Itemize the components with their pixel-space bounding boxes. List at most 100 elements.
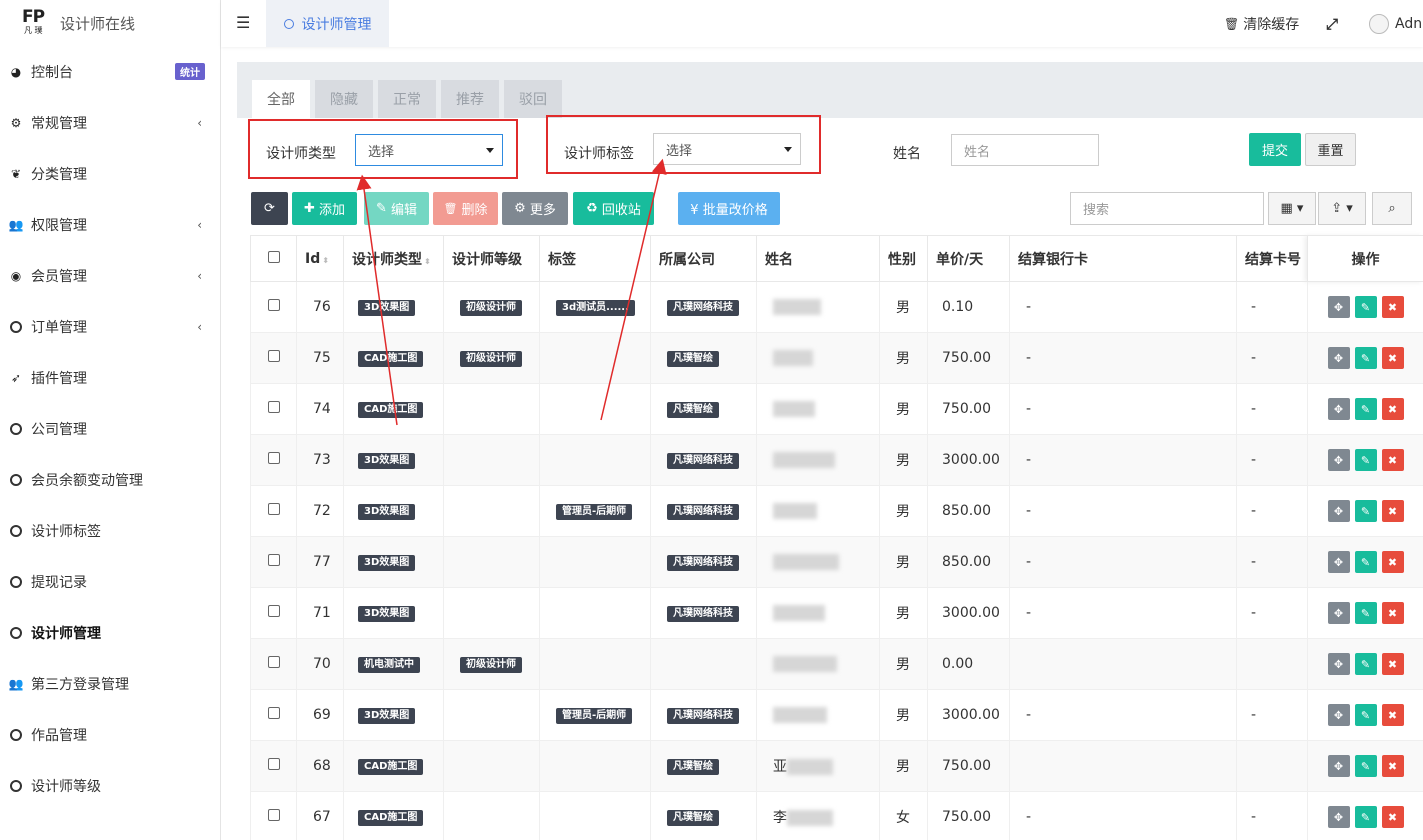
edit-row-button[interactable]: ✎ <box>1354 602 1377 624</box>
sidebar-item-13[interactable]: 作品管理 <box>0 709 220 760</box>
more-button[interactable]: ⚙ 更多 <box>502 192 568 225</box>
sidebar-item-10[interactable]: 提现记录 <box>0 556 220 607</box>
edit-row-button[interactable]: ✎ <box>1354 449 1377 471</box>
filter-tab-1[interactable]: 隐藏 <box>315 80 373 118</box>
cell-level <box>443 434 540 486</box>
add-button[interactable]: ✚ 添加 <box>292 192 357 225</box>
edit-row-button[interactable]: ✎ <box>1354 347 1377 369</box>
edit-row-button[interactable]: ✎ <box>1354 806 1377 828</box>
sidebar-item-8[interactable]: 会员余额变动管理 <box>0 454 220 505</box>
drag-button[interactable]: ✥ <box>1327 449 1350 471</box>
tab-designer-management[interactable]: 设计师管理 <box>266 0 389 47</box>
filter-tab-2[interactable]: 正常 <box>378 80 436 118</box>
col-type[interactable]: 设计师类型 ⬍ <box>343 235 444 282</box>
sidebar-item-1[interactable]: ⚙ 常规管理 ‹ <box>0 97 220 148</box>
sidebar-item-2[interactable]: ❦ 分类管理 <box>0 148 220 199</box>
recycle-bin-button[interactable]: ♻ 回收站 <box>573 192 654 225</box>
cell-price: 850.00 <box>927 536 1010 588</box>
sidebar-item-5[interactable]: 订单管理 ‹ <box>0 301 220 352</box>
batch-price-button[interactable]: ¥ 批量改价格 <box>678 192 780 225</box>
edit-button[interactable]: ✎ 编辑 <box>364 192 429 225</box>
designer-type-select[interactable]: 选择 <box>355 134 503 166</box>
drag-button[interactable]: ✥ <box>1327 296 1350 318</box>
delete-row-button[interactable]: ✖ <box>1381 296 1404 318</box>
row-checkbox[interactable] <box>267 809 280 821</box>
delete-row-button[interactable]: ✖ <box>1381 806 1404 828</box>
row-checkbox[interactable] <box>267 656 280 668</box>
edit-row-button[interactable]: ✎ <box>1354 704 1377 726</box>
edit-row-button[interactable]: ✎ <box>1354 296 1377 318</box>
filter-tab-4[interactable]: 驳回 <box>504 80 562 118</box>
row-checkbox[interactable] <box>267 605 280 617</box>
select-all-checkbox[interactable] <box>267 250 280 263</box>
sidebar-item-4[interactable]: ◉ 会员管理 ‹ <box>0 250 220 301</box>
drag-button[interactable]: ✥ <box>1327 755 1350 777</box>
sidebar-item-11[interactable]: 设计师管理 <box>0 607 220 658</box>
row-checkbox[interactable] <box>267 707 280 719</box>
drag-button[interactable]: ✥ <box>1327 398 1350 420</box>
trash-icon: 🗑 <box>443 202 458 215</box>
hamburger-menu-icon[interactable]: ☰ <box>236 13 250 32</box>
delete-row-button[interactable]: ✖ <box>1381 551 1404 573</box>
drag-button[interactable]: ✥ <box>1327 551 1350 573</box>
designer-tag-select[interactable]: 选择 <box>653 133 801 165</box>
edit-row-button[interactable]: ✎ <box>1354 551 1377 573</box>
drag-button[interactable]: ✥ <box>1327 704 1350 726</box>
select-all-cell <box>250 235 297 282</box>
sidebar-item-6[interactable]: ➶ 插件管理 <box>0 352 220 403</box>
sidebar-item-0[interactable]: ◕ 控制台 统计 <box>0 46 220 97</box>
logo-mark-text: FP <box>22 7 45 27</box>
delete-row-button[interactable]: ✖ <box>1381 500 1404 522</box>
filter-tab-3[interactable]: 推荐 <box>441 80 499 118</box>
row-checkbox[interactable] <box>267 299 280 311</box>
table-search-input[interactable]: 搜索 <box>1070 192 1264 225</box>
refresh-button[interactable]: ⟳ <box>251 192 288 225</box>
sidebar-item-14[interactable]: 设计师等级 <box>0 760 220 811</box>
sidebar-item-3[interactable]: 👥 权限管理 ‹ <box>0 199 220 250</box>
drag-button[interactable]: ✥ <box>1327 653 1350 675</box>
delete-button[interactable]: 🗑 删除 <box>433 192 498 225</box>
row-checkbox[interactable] <box>267 452 280 464</box>
drag-button[interactable]: ✥ <box>1327 500 1350 522</box>
edit-row-button[interactable]: ✎ <box>1354 755 1377 777</box>
clear-cache-button[interactable]: 🗑 清除缓存 <box>1224 0 1299 47</box>
row-checkbox[interactable] <box>267 401 280 413</box>
edit-row-button[interactable]: ✎ <box>1354 500 1377 522</box>
columns-toggle-button[interactable]: ▦ ▾ <box>1268 192 1316 225</box>
trash-icon: ✖ <box>1387 708 1398 722</box>
delete-row-button[interactable]: ✖ <box>1381 602 1404 624</box>
drag-button[interactable]: ✥ <box>1327 806 1350 828</box>
col-id[interactable]: Id ⬍ <box>296 235 344 282</box>
name-input[interactable]: 姓名 <box>951 134 1099 166</box>
col-actions: 操作 <box>1307 235 1423 282</box>
sidebar-item-7[interactable]: 公司管理 <box>0 403 220 454</box>
delete-row-button[interactable]: ✖ <box>1381 653 1404 675</box>
user-menu[interactable]: Adn <box>1369 0 1422 47</box>
row-checkbox[interactable] <box>267 350 280 362</box>
move-icon: ✥ <box>1333 810 1344 824</box>
row-checkbox[interactable] <box>267 503 280 515</box>
row-checkbox[interactable] <box>267 758 280 770</box>
edit-row-button[interactable]: ✎ <box>1354 398 1377 420</box>
sidebar-item-12[interactable]: 👥 第三方登录管理 <box>0 658 220 709</box>
delete-row-button[interactable]: ✖ <box>1381 449 1404 471</box>
logo[interactable]: FP 凡 璞 设计师在线 <box>0 0 220 46</box>
fullscreen-icon[interactable]: ⤢ <box>1326 0 1338 47</box>
delete-row-button[interactable]: ✖ <box>1381 755 1404 777</box>
drag-button[interactable]: ✥ <box>1327 347 1350 369</box>
export-button[interactable]: ⇪ ▾ <box>1318 192 1366 225</box>
delete-row-button[interactable]: ✖ <box>1381 398 1404 420</box>
drag-button[interactable]: ✥ <box>1327 602 1350 624</box>
advanced-search-button[interactable]: ⌕ <box>1372 192 1412 225</box>
delete-row-button[interactable]: ✖ <box>1381 704 1404 726</box>
delete-row-button[interactable]: ✖ <box>1381 347 1404 369</box>
submit-button[interactable]: 提交 <box>1249 133 1301 166</box>
cell-price: 3000.00 <box>927 587 1010 639</box>
filter-tab-0[interactable]: 全部 <box>252 80 310 118</box>
sidebar-item-9[interactable]: 设计师标签 <box>0 505 220 556</box>
edit-row-button[interactable]: ✎ <box>1354 653 1377 675</box>
sidebar-item-label: 会员管理 <box>31 268 87 285</box>
reset-button[interactable]: 重置 <box>1305 133 1356 166</box>
table-row: 74 CAD施工图 凡璞智绘男 750.00- - ✥ ✎ ✖ <box>250 383 1423 435</box>
row-checkbox[interactable] <box>267 554 280 566</box>
